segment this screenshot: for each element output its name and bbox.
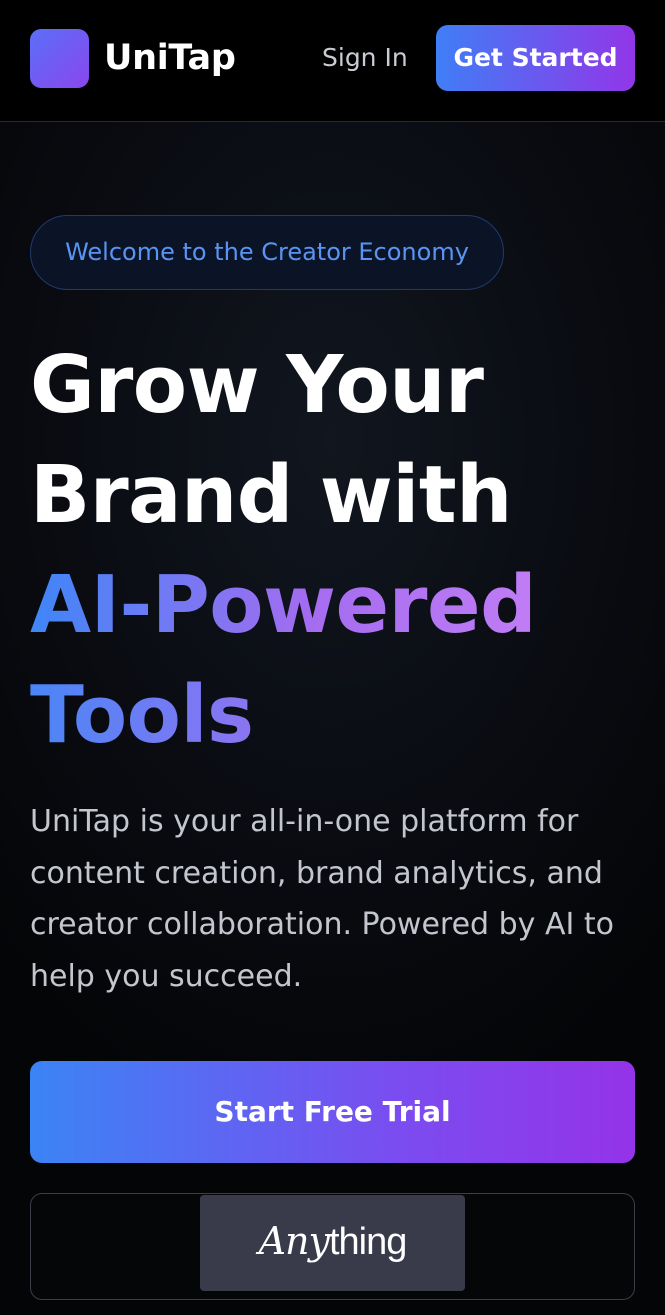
watermark-part-1: Any	[258, 1219, 330, 1263]
hero-description: UniTap is your all-in-one platform for c…	[30, 804, 614, 994]
brand-name[interactable]: UniTap	[104, 36, 236, 80]
headline-line-3-gradient: AI-Powered	[30, 559, 537, 651]
landing-page: UniTap Sign In Get Started Welcome to th…	[0, 0, 665, 1315]
hero-headline: Grow Your Brand with AI-Powered Tools	[30, 330, 650, 770]
sign-in-link[interactable]: Sign In	[322, 41, 408, 75]
unitap-logo-icon[interactable]	[30, 29, 89, 88]
get-started-button[interactable]: Get Started	[436, 25, 635, 91]
headline-line-4-gradient: Tools	[30, 669, 254, 761]
headline-line-1: Grow Your	[30, 339, 484, 431]
top-nav-bar: UniTap Sign In Get Started	[0, 0, 665, 122]
welcome-badge: Welcome to the Creator Economy	[30, 215, 504, 290]
headline-line-2: Brand with	[30, 449, 512, 541]
start-free-trial-button[interactable]: Start Free Trial	[30, 1061, 635, 1163]
anything-watermark: Anything	[200, 1195, 465, 1291]
watermark-part-2: thing	[328, 1221, 407, 1263]
